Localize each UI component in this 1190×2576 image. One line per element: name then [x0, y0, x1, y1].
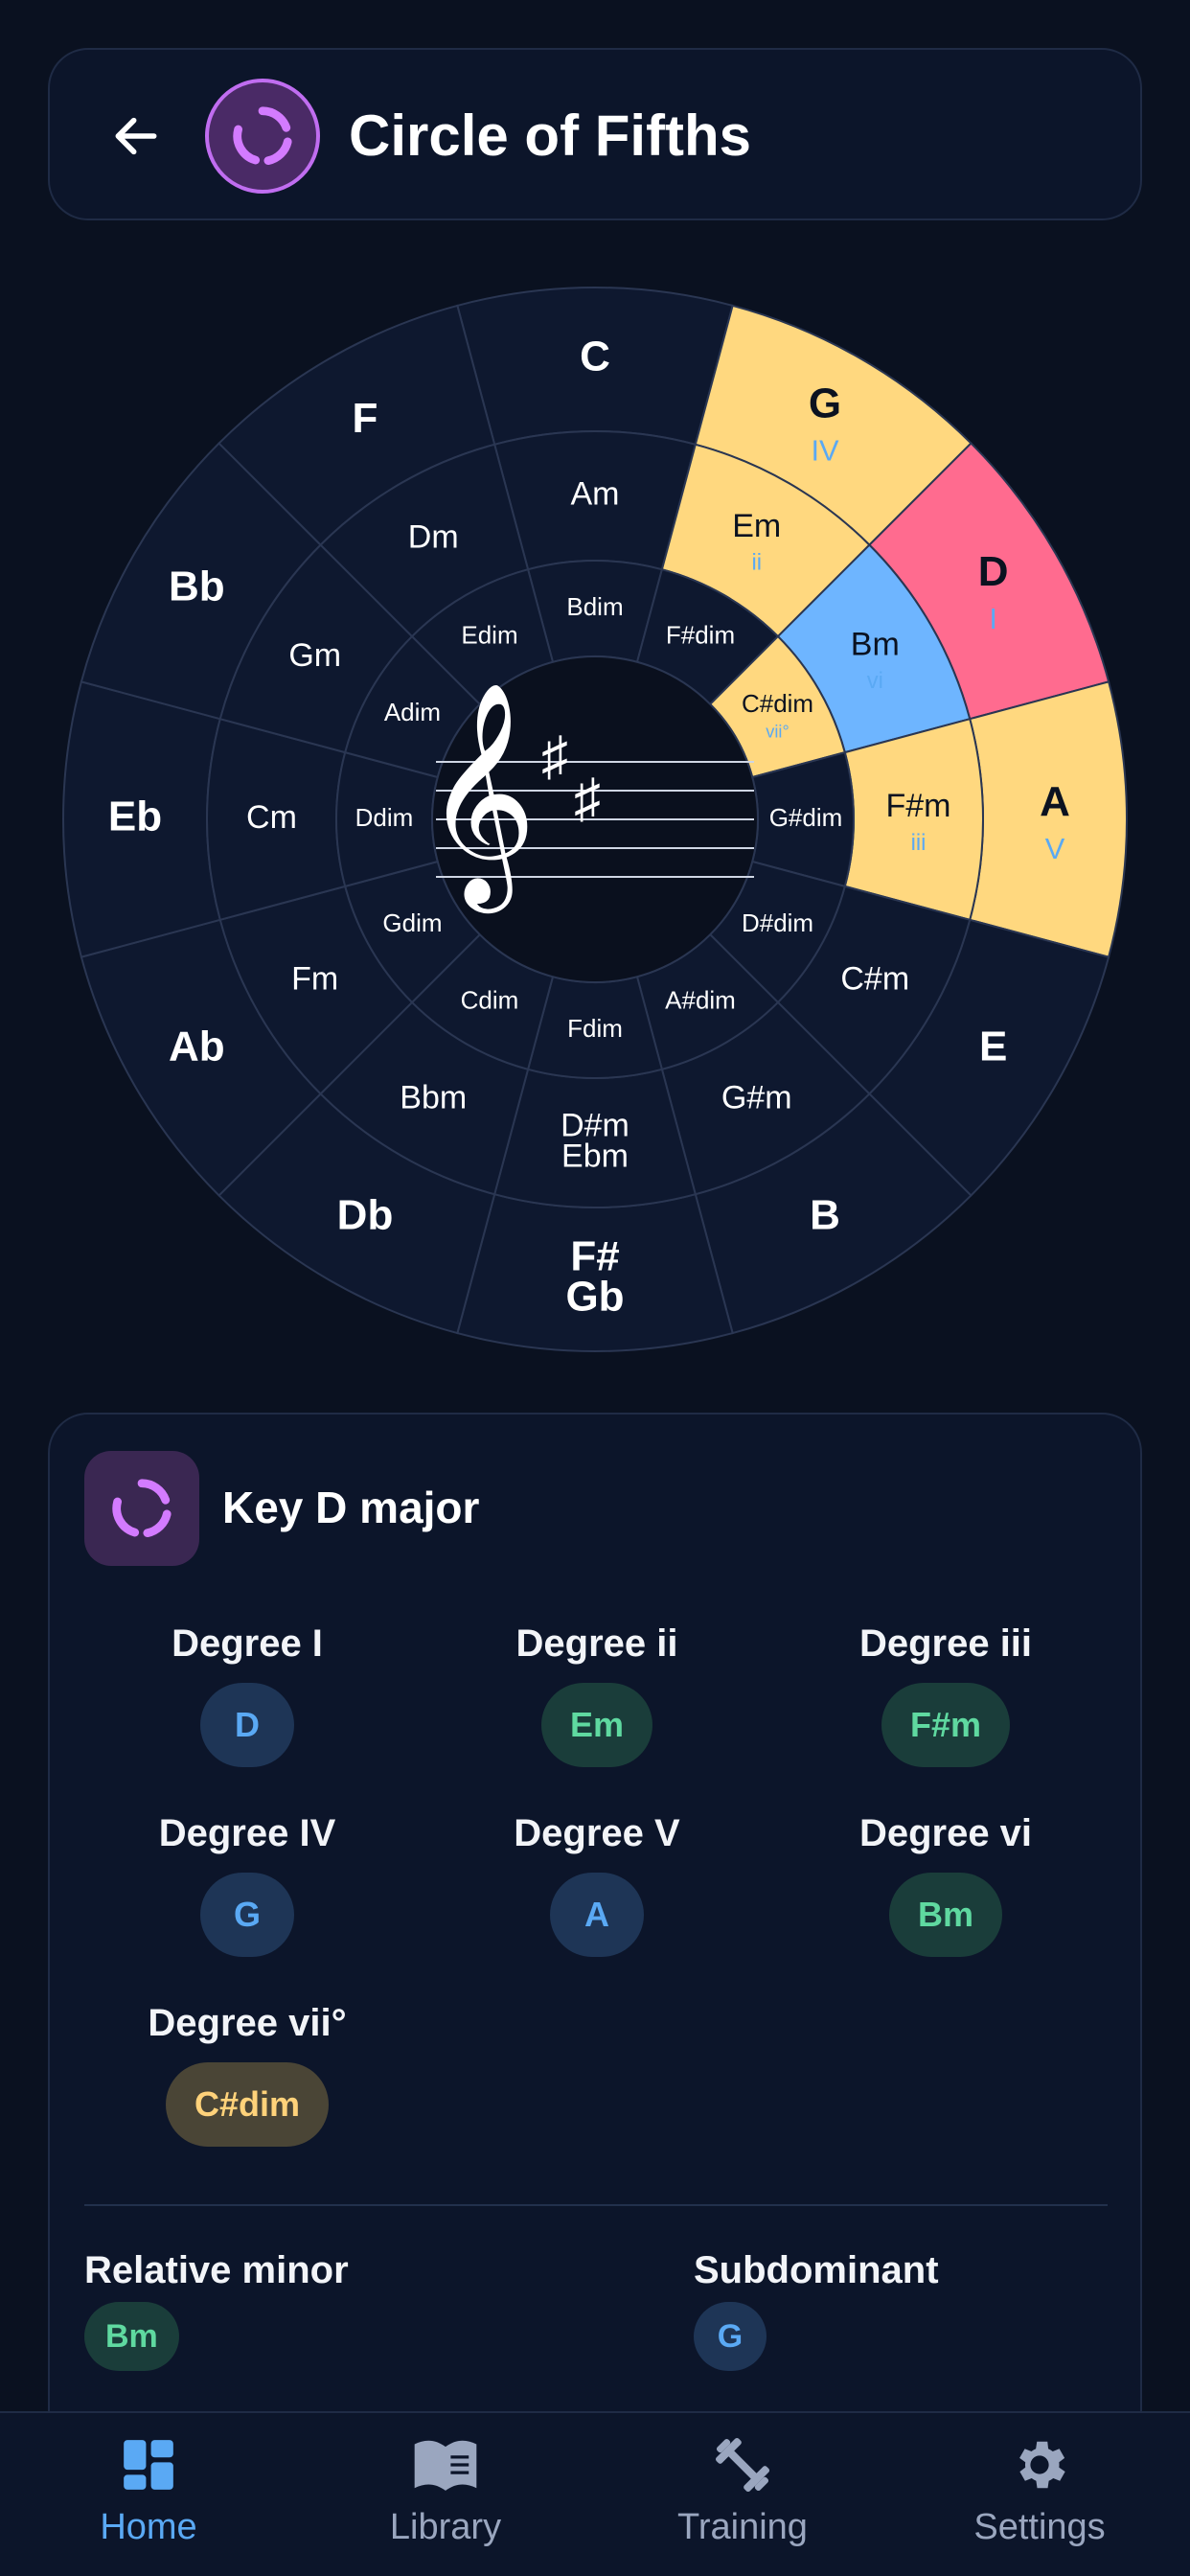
degree-1: Degree I D	[75, 1620, 420, 1767]
wheel-label-minor: Bbm	[400, 1079, 467, 1116]
sharp-sign: ♯	[541, 725, 568, 786]
degree-4: Degree IV G	[75, 1809, 420, 1957]
chord-chip[interactable]: Bm	[84, 2302, 179, 2371]
degree-label: Degree I	[172, 1622, 323, 1665]
wheel-numeral: vi	[867, 668, 883, 694]
degree-7: Degree vii° C#dim	[75, 1999, 420, 2147]
wheel-label-dim: D#dim	[742, 908, 813, 937]
wheel-numeral: V	[1045, 832, 1065, 865]
circle-arrows-icon	[112, 1479, 172, 1538]
relative-minor-label: Relative minor	[84, 2249, 349, 2291]
wheel-label-minor: F#m	[886, 788, 951, 824]
wheel-label-dim: Edim	[461, 620, 517, 649]
wheel-numeral: I	[989, 602, 997, 635]
key-title: Key D major	[222, 1483, 480, 1532]
gear-icon	[1019, 2441, 1065, 2489]
treble-clef-icon: 𝄞	[423, 685, 537, 913]
wheel-label-major: A	[1040, 778, 1070, 825]
nav-label: Library	[389, 2507, 502, 2547]
book-icon	[414, 2440, 477, 2491]
wheel-label-dim: Gdim	[382, 908, 442, 937]
circle-arrows-icon	[233, 106, 292, 166]
wheel-label-dim: A#dim	[665, 985, 736, 1014]
wheel-numeral: IV	[811, 433, 839, 467]
back-button[interactable]	[88, 88, 184, 184]
degree-2: Degree ii Em	[424, 1620, 769, 1767]
wheel-label-major: Eb	[108, 794, 162, 840]
wheel-label-dim: F#dim	[666, 620, 735, 649]
wheel-label-dim: Ddim	[355, 803, 414, 832]
nav-settings[interactable]: Settings	[891, 2428, 1188, 2563]
wheel-numeral: vii°	[766, 722, 789, 741]
degree-5: Degree V A	[424, 1809, 769, 1957]
wheel-label-major: F	[353, 395, 378, 442]
wheel-label-major: Ab	[169, 1024, 225, 1070]
chord-chip[interactable]: Bm	[888, 1873, 1002, 1957]
wheel-label-major: Bb	[169, 564, 225, 610]
wheel-label-minor: Ebm	[561, 1138, 629, 1175]
chord-chip[interactable]: G	[200, 1873, 294, 1957]
wheel-label-minor: Fm	[291, 961, 338, 998]
wheel-label-dim: Bdim	[566, 592, 623, 621]
subdominant: Subdominant G	[694, 2246, 939, 2371]
nav-library[interactable]: Library	[297, 2428, 594, 2563]
wheel-numeral: ii	[751, 549, 762, 575]
degree-label: Degree IV	[158, 1812, 336, 1854]
chord-chip[interactable]: G	[694, 2302, 767, 2371]
chord-chip[interactable]: A	[550, 1873, 644, 1957]
chord-chip[interactable]: F#m	[881, 1683, 1011, 1767]
wheel-label-dim: C#dim	[742, 689, 813, 718]
sharp-sign: ♯	[574, 768, 601, 828]
key-icon-box	[84, 1451, 199, 1566]
wheel-label-major: B	[810, 1191, 840, 1238]
wheel-label-dim: G#dim	[769, 803, 843, 832]
wheel-label-dim: Cdim	[461, 985, 519, 1014]
wheel-label-minor: C#m	[840, 961, 909, 998]
subdominant-label: Subdominant	[694, 2249, 939, 2291]
wheel-label-major: E	[979, 1024, 1007, 1070]
degree-label: Degree V	[514, 1812, 680, 1854]
circle-of-fifths-wheel[interactable]: C G IV D I A V E B F# Gb Db Ab Eb Bb F Am Em ii Bm vi F#m iii C…	[57, 282, 1133, 1362]
wheel-numeral: iii	[911, 830, 927, 856]
bottom-navigation: Home Library Training Settings	[0, 2411, 1190, 2576]
app-header: Circle of Fifths	[48, 48, 1142, 220]
degree-label: Degree vi	[858, 1812, 1033, 1854]
wheel-label-minor: Cm	[246, 799, 297, 836]
degree-6: Degree vi Bm	[773, 1809, 1118, 1957]
nav-label: Home	[100, 2507, 197, 2547]
nav-label: Training	[677, 2507, 808, 2547]
degree-label: Degree ii	[515, 1622, 678, 1665]
degree-3: Degree iii F#m	[773, 1620, 1118, 1767]
wheel-label-major: D	[978, 548, 1009, 595]
wheel-label-minor: Dm	[408, 519, 459, 556]
wheel-label-minor: G#m	[721, 1079, 792, 1116]
dumbbell-icon	[715, 2437, 770, 2493]
wheel-label-minor: Am	[571, 475, 620, 512]
nav-training[interactable]: Training	[594, 2428, 891, 2563]
chord-chip[interactable]: C#dim	[165, 2062, 330, 2147]
app-logo	[205, 79, 320, 194]
wheel-label-major: Gb	[565, 1274, 624, 1321]
chord-chip[interactable]: Em	[540, 1683, 653, 1767]
page-title: Circle of Fifths	[349, 104, 752, 168]
nav-label: Settings	[973, 2507, 1106, 2547]
arrow-left-icon	[115, 117, 157, 155]
wheel-label-major: Db	[337, 1191, 394, 1238]
wheel-label-minor: Bm	[851, 626, 900, 662]
wheel-label-minor: Gm	[288, 637, 341, 674]
nav-home[interactable]: Home	[0, 2428, 297, 2563]
dashboard-icon	[124, 2440, 173, 2490]
wheel-label-minor: Em	[732, 508, 781, 544]
wheel-label-major: C	[580, 334, 610, 380]
degree-label: Degree iii	[858, 1622, 1033, 1665]
chord-chip[interactable]: D	[200, 1683, 294, 1767]
degree-label: Degree vii°	[148, 2002, 347, 2044]
divider	[84, 2204, 1108, 2206]
key-info-card: Key D major Degree I D Degree ii Em Degr…	[48, 1413, 1142, 2576]
relative-minor: Relative minor Bm	[84, 2246, 349, 2371]
wheel-label-dim: Fdim	[567, 1014, 623, 1043]
wheel-label-major: G	[809, 380, 841, 427]
